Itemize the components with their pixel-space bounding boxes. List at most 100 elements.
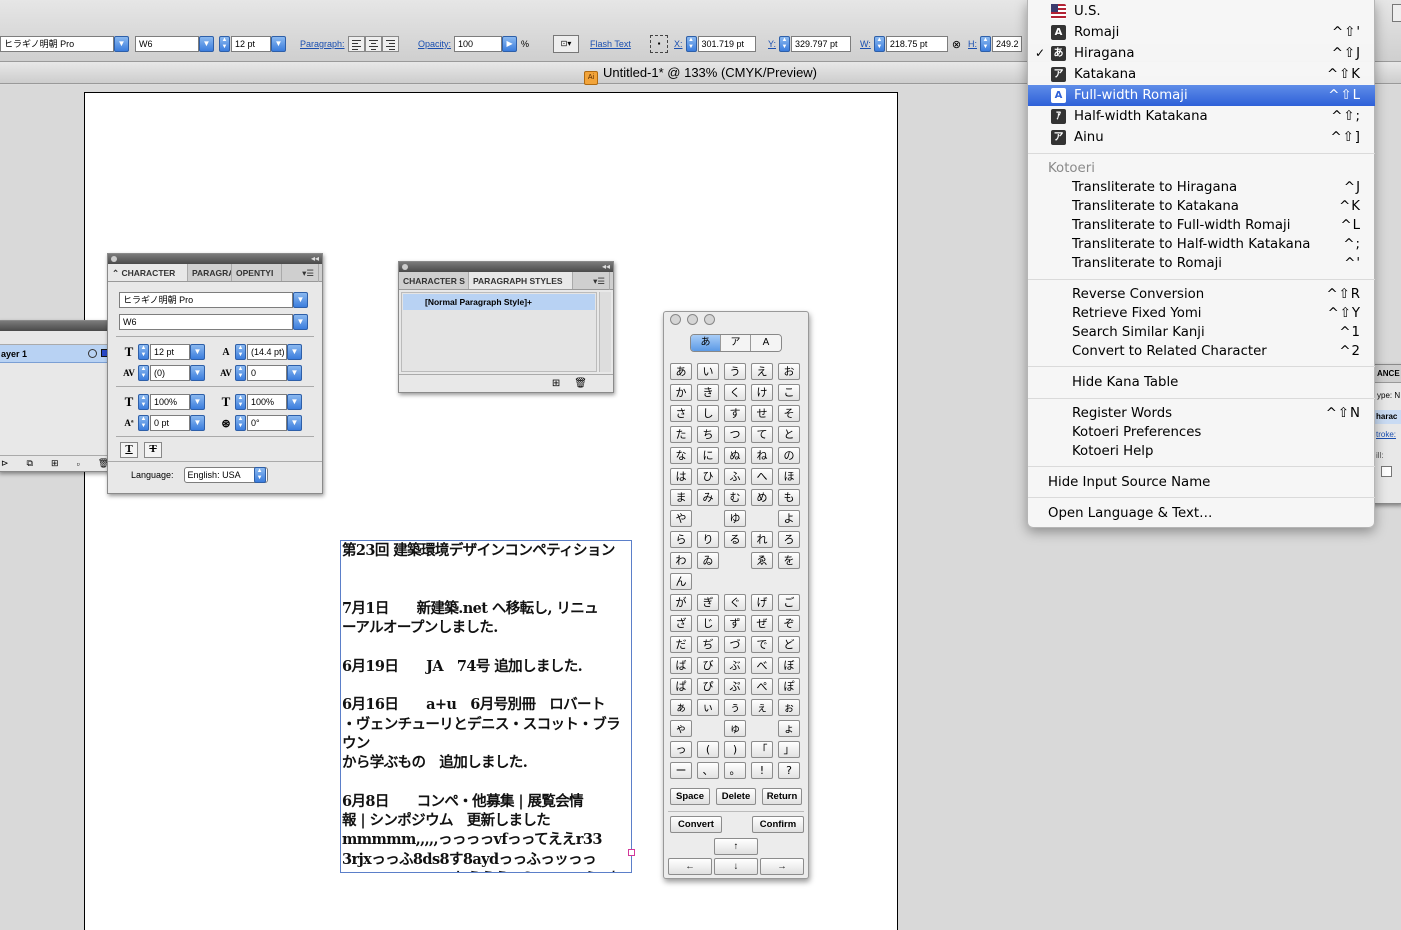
style-swatch-icon[interactable]: ⊡▾	[553, 35, 579, 53]
menu-item-half-width-katakana[interactable]: ｱ Half-width Katakana ^⇧;	[1028, 106, 1375, 127]
layers-menu-icon[interactable]: ☰	[0, 331, 121, 345]
kana-key[interactable]: ね	[751, 447, 773, 464]
paragraph-link[interactable]: Paragraph:	[300, 39, 345, 49]
kana-key[interactable]: ず	[724, 615, 746, 632]
layers-panel-header[interactable]: ◂◂	[0, 321, 121, 331]
paragraph-styles-panel-header[interactable]: ◂◂	[399, 262, 613, 272]
kana-key[interactable]: て	[751, 426, 773, 443]
baseline-shift-stepper[interactable]: ▲ ▼	[138, 415, 149, 431]
kana-key[interactable]: む	[724, 489, 746, 506]
arrow-left-button[interactable]: ←	[668, 858, 712, 875]
return-button[interactable]: Return	[762, 788, 802, 805]
tab-opentype[interactable]: OPENTYI	[232, 264, 282, 281]
kana-key[interactable]: 「	[751, 741, 773, 758]
rotation-dropdown[interactable]: ▼	[287, 415, 302, 431]
tab-paragraph[interactable]: PARAGRA	[188, 264, 232, 281]
panel-menu-icon[interactable]: ▾☰	[589, 272, 610, 290]
kana-key[interactable]: ぜ	[751, 615, 773, 632]
menu-item-hiragana[interactable]: ✓ あ Hiragana ^⇧J	[1028, 43, 1375, 64]
language-dropdown[interactable]: ▲ ▼	[253, 467, 266, 483]
kana-key[interactable]: ?	[778, 762, 800, 779]
menu-item-full-width-romaji[interactable]: A Full-width Romaji ^⇧L	[1028, 85, 1375, 106]
panel-toggle-button[interactable]	[1392, 4, 1401, 22]
kana-key[interactable]: ゃ	[670, 720, 692, 737]
kana-key[interactable]: ゅ	[724, 720, 746, 737]
kana-key[interactable]: へ	[751, 468, 773, 485]
space-button[interactable]: Space	[670, 788, 710, 805]
menu-item-conversion[interactable]: Retrieve Fixed Yomi ^⇧Y	[1028, 303, 1375, 324]
menu-item-transliterate[interactable]: Transliterate to Full-width Romaji ^L	[1028, 215, 1375, 236]
kana-key[interactable]: よ	[778, 510, 800, 527]
kana-key[interactable]: げ	[751, 594, 773, 611]
kana-key[interactable]: ど	[778, 636, 800, 653]
tab-paragraph-styles[interactable]: PARAGRAPH STYLES	[469, 272, 573, 289]
tracking-dropdown[interactable]: ▼	[287, 365, 302, 381]
menu-item-transliterate[interactable]: Transliterate to Katakana ^K	[1028, 196, 1375, 217]
font-style-dropdown[interactable]: ▼	[199, 36, 214, 52]
menu-item-u-s-[interactable]: U.S.	[1028, 1, 1375, 22]
leading-field[interactable]: (14.4 pt)	[247, 344, 287, 360]
make-clipping-mask-icon[interactable]: ⧉	[27, 458, 33, 469]
h-field[interactable]: 249.2	[992, 36, 1022, 52]
menu-item-katakana[interactable]: ア Katakana ^⇧K	[1028, 64, 1375, 85]
kerning-dropdown[interactable]: ▼	[190, 365, 205, 381]
kana-key[interactable]: ぷ	[724, 678, 746, 695]
kana-key[interactable]: わ	[670, 552, 692, 569]
menu-item-kotoeri[interactable]: Kotoeri Preferences	[1028, 422, 1375, 443]
opacity-dropdown[interactable]: ▶	[502, 36, 518, 52]
text-frame[interactable]: 第23回 建築環境デザインコンペティション 7月1日 新建築.net へ移転し, …	[340, 540, 632, 873]
kerning-stepper[interactable]: ▲ ▼	[138, 365, 149, 381]
kana-key[interactable]: ゑ	[751, 552, 773, 569]
zoom-button[interactable]	[704, 314, 715, 325]
kana-key[interactable]: ー	[670, 762, 692, 779]
kana-key[interactable]: ぞ	[778, 615, 800, 632]
kana-key[interactable]: に	[697, 447, 719, 464]
close-button[interactable]	[670, 314, 681, 325]
menu-item-ainu[interactable]: ア Ainu ^⇧]	[1028, 127, 1375, 148]
menu-item-kotoeri[interactable]: Kotoeri Help	[1028, 441, 1375, 462]
new-style-icon[interactable]: ⊞	[552, 378, 560, 389]
kana-key[interactable]: り	[697, 531, 719, 548]
kana-key[interactable]: ぢ	[697, 636, 719, 653]
panel-menu-icon[interactable]: ▾☰	[298, 264, 319, 282]
kana-key[interactable]: じ	[697, 615, 719, 632]
menu-item-romaji[interactable]: A Romaji ^⇧'	[1028, 22, 1375, 43]
kana-key[interactable]: を	[778, 552, 800, 569]
convert-button[interactable]: Convert	[670, 816, 722, 833]
kana-key[interactable]: こ	[778, 384, 800, 401]
underline-icon[interactable]: T	[120, 442, 138, 458]
kana-key[interactable]: )	[724, 741, 746, 758]
kana-key[interactable]: (	[697, 741, 719, 758]
kana-key[interactable]: の	[778, 447, 800, 464]
new-sublayer-icon[interactable]: ⊞	[51, 458, 59, 469]
menu-item-conversion[interactable]: Convert to Related Character ^2	[1028, 341, 1375, 362]
kana-key[interactable]: せ	[751, 405, 773, 422]
leading-dropdown[interactable]: ▼	[287, 344, 302, 360]
delete-button[interactable]: Delete	[716, 788, 756, 805]
kana-key[interactable]: る	[724, 531, 746, 548]
kana-key[interactable]: し	[697, 405, 719, 422]
kana-key[interactable]: づ	[724, 636, 746, 653]
font-size-field[interactable]: 12 pt	[231, 36, 271, 52]
kana-key[interactable]: ぱ	[670, 678, 692, 695]
styles-scrollbar[interactable]	[599, 292, 611, 372]
horizontal-scale-dropdown[interactable]: ▼	[287, 394, 302, 410]
font-family-dropdown[interactable]: ▼	[293, 292, 308, 308]
appearance-characters-row[interactable]: harac	[1373, 410, 1401, 424]
tracking-stepper[interactable]: ▲ ▼	[235, 365, 246, 381]
font-style-dropdown[interactable]: ▼	[293, 314, 308, 330]
kana-key[interactable]: ぺ	[751, 678, 773, 695]
kana-key[interactable]: か	[670, 384, 692, 401]
kana-key[interactable]: が	[670, 594, 692, 611]
strikethrough-icon[interactable]: T	[144, 442, 162, 458]
target-icon[interactable]	[88, 349, 97, 358]
character-panel-header[interactable]: ◂◂	[108, 254, 322, 264]
kana-key[interactable]: ら	[670, 531, 692, 548]
align-left-button[interactable]	[347, 36, 365, 52]
menu-item-conversion[interactable]: Search Similar Kanji ^1	[1028, 322, 1375, 343]
overflow-port-icon[interactable]	[628, 849, 635, 856]
font-family-dropdown[interactable]: ▼	[114, 36, 129, 52]
menu-item-hide-input-source-name[interactable]: Hide Input Source Name	[1028, 472, 1375, 493]
kana-key[interactable]: ぁ	[670, 699, 692, 716]
tab-character[interactable]: ⌃ CHARACTER	[108, 264, 188, 281]
